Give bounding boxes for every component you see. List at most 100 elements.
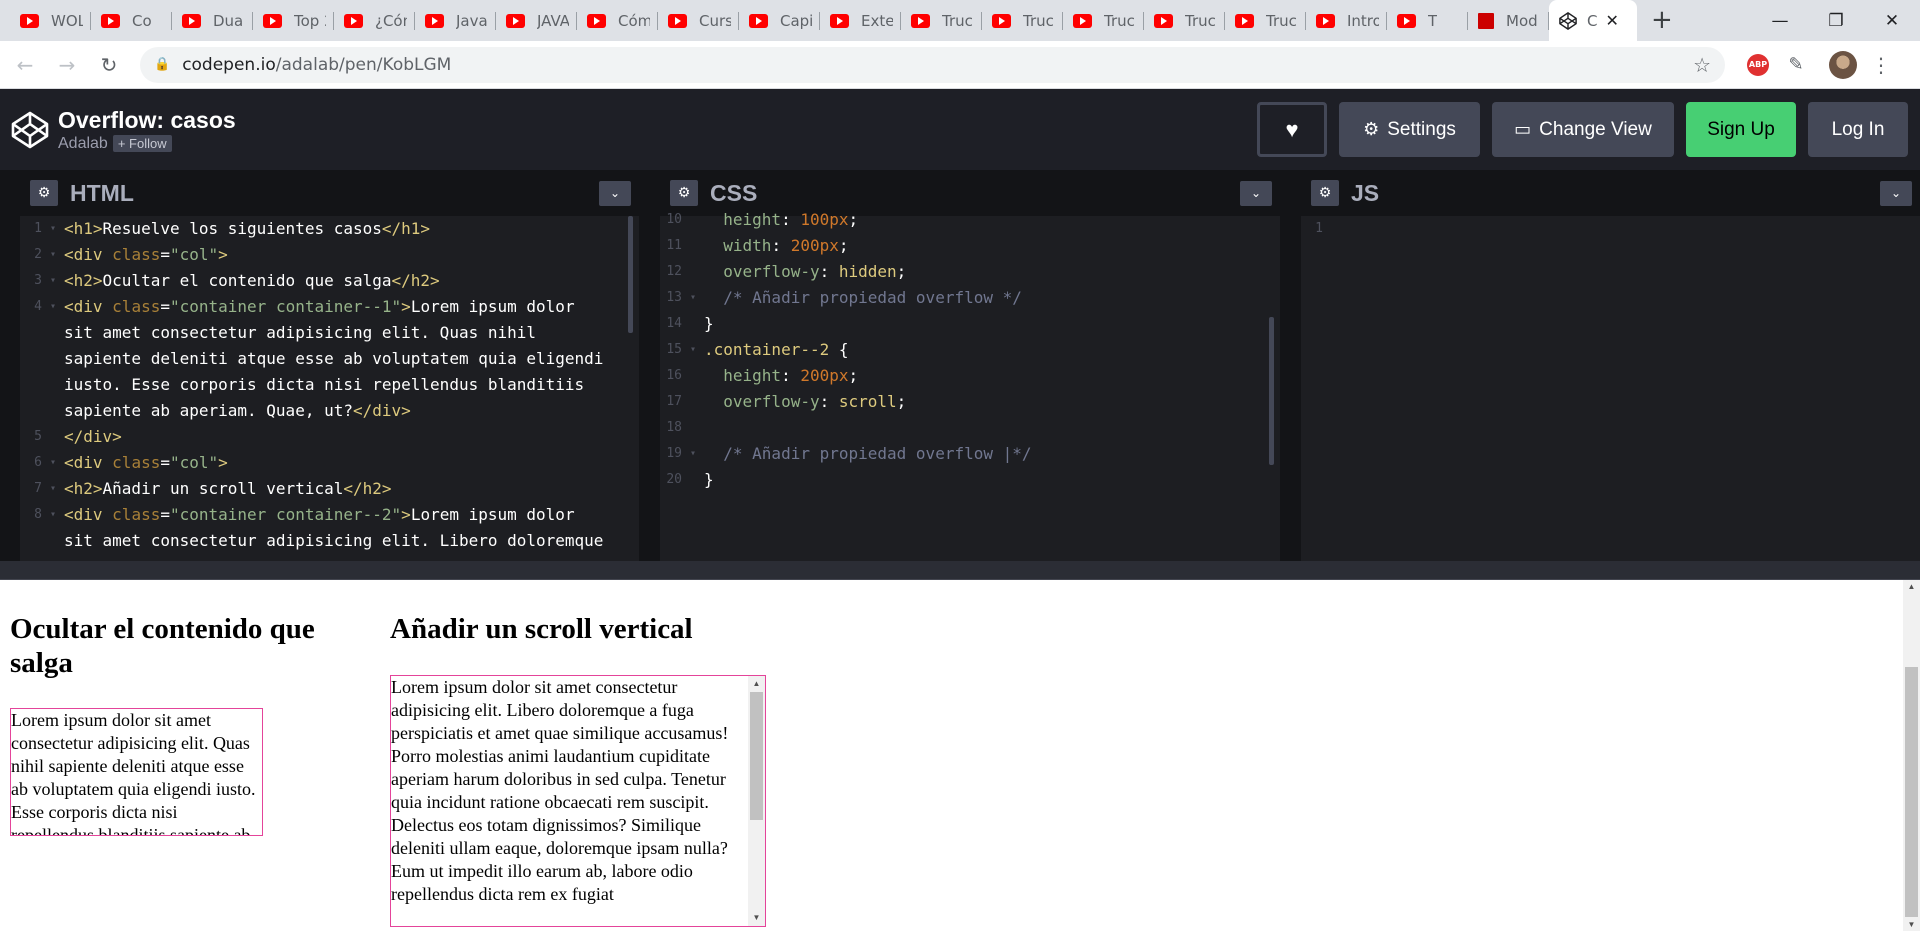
browser-tab[interactable]: Truc <box>982 0 1063 41</box>
css-code-area[interactable]: 10 height: 100px; 11 width: 200px; 12 over… <box>660 207 1280 561</box>
line-number: 2 <box>20 242 64 268</box>
browser-tab[interactable]: Curs <box>658 0 739 41</box>
code-token: <h2> <box>64 271 103 290</box>
browser-tab[interactable]: Intro <box>1306 0 1387 41</box>
browser-tab[interactable]: Truc <box>901 0 982 41</box>
line-number: 16 <box>666 368 682 383</box>
js-code-area[interactable]: 1 <box>1301 216 1920 561</box>
code-line: 6<div class="col"> <box>20 450 639 476</box>
code-token: </h2> <box>391 271 440 290</box>
forward-button[interactable]: → <box>50 48 84 82</box>
youtube-icon <box>1073 13 1092 28</box>
line-number: 10 <box>666 212 682 227</box>
browser-tab[interactable]: Truc <box>1063 0 1144 41</box>
adblock-extension-icon[interactable]: ABP <box>1747 53 1769 76</box>
html-editor-scrollbar[interactable] <box>628 216 633 333</box>
maximize-button[interactable]: ❐ <box>1808 0 1864 41</box>
page-scroll-up-icon[interactable]: ▲ <box>1903 582 1920 591</box>
close-tab-icon[interactable]: ✕ <box>1605 11 1618 30</box>
eyedropper-extension-icon[interactable]: ✎ <box>1781 50 1811 80</box>
youtube-icon <box>506 13 525 28</box>
code-text: <div class="col"> <box>64 242 228 268</box>
browser-tab[interactable]: JAVA <box>496 0 577 41</box>
html-code-area[interactable]: 1<h1>Resuelve los siguientes casos</h1>2… <box>20 216 639 561</box>
scroll-thumb[interactable] <box>750 692 763 820</box>
container-2-scrollbar[interactable]: ▲ ▼ <box>748 676 765 926</box>
tab-title: Exter <box>861 11 893 30</box>
code-token: sit amet consectetur adipisicing elit. Q… <box>64 323 537 342</box>
html-settings-gear-icon[interactable]: ⚙ <box>30 180 58 206</box>
back-button[interactable]: ← <box>8 48 42 82</box>
browser-tab[interactable]: Truc <box>1144 0 1225 41</box>
page-scroll-down-icon[interactable]: ▼ <box>1903 920 1920 929</box>
heart-button[interactable]: ♥ <box>1257 102 1327 157</box>
active-tab[interactable]: C ✕ <box>1549 0 1637 41</box>
code-token: = <box>160 505 170 524</box>
profile-avatar[interactable] <box>1829 50 1857 79</box>
address-bar[interactable]: 🔒 codepen.io /adalab/pen/KobLGM ☆ <box>140 46 1725 83</box>
code-line: sapiente deleniti atque esse ab voluptat… <box>20 346 639 372</box>
browser-tab[interactable]: T <box>1387 0 1468 41</box>
change-view-button[interactable]: ▭ Change View <box>1492 102 1674 157</box>
login-label: Log In <box>1831 118 1885 140</box>
container-2-text: Lorem ipsum dolor sit amet consectetur a… <box>391 677 729 904</box>
browser-toolbar: ← → ↻ 🔒 codepen.io /adalab/pen/KobLGM ☆ … <box>0 41 1920 89</box>
css-chevron-down-icon[interactable]: ⌄ <box>1240 180 1272 206</box>
browser-tab[interactable]: Co <box>91 0 172 41</box>
code-token: 200px <box>790 236 839 255</box>
code-text: overflow-y: scroll; <box>704 389 906 415</box>
preview-resizer[interactable] <box>0 561 1920 580</box>
code-token: </h2> <box>343 479 392 498</box>
scroll-up-arrow-icon[interactable]: ▲ <box>748 676 765 692</box>
container-2[interactable]: Lorem ipsum dolor sit amet consectetur a… <box>390 675 766 927</box>
close-window-button[interactable]: ✕ <box>1864 0 1920 41</box>
browser-tab[interactable]: Mod <box>1468 0 1549 41</box>
browser-tab[interactable]: Truc <box>1225 0 1306 41</box>
follow-button[interactable]: + Follow <box>112 135 172 152</box>
html-chevron-down-icon[interactable]: ⌄ <box>599 180 631 206</box>
css-editor-scrollbar[interactable] <box>1269 317 1274 465</box>
codepen-logo-icon[interactable] <box>10 110 50 150</box>
code-line: 18 <box>660 415 1280 441</box>
reload-button[interactable]: ↻ <box>92 48 126 82</box>
browser-tab[interactable]: Java <box>415 0 496 41</box>
tab-title: Curs <box>699 11 731 30</box>
code-token: : <box>819 262 839 281</box>
tab-title: Top 2 <box>294 11 326 30</box>
code-token: { <box>829 340 849 359</box>
page-scroll-thumb[interactable] <box>1905 667 1918 917</box>
new-tab-button[interactable]: + <box>1651 0 1673 41</box>
js-settings-gear-icon[interactable]: ⚙ <box>1311 180 1339 206</box>
code-token: = <box>160 297 170 316</box>
signup-button[interactable]: Sign Up <box>1686 102 1796 157</box>
settings-button[interactable]: ⚙ Settings <box>1339 102 1480 157</box>
code-line: 8<div class="container container--2">Lor… <box>20 502 639 528</box>
login-button[interactable]: Log In <box>1808 102 1908 157</box>
code-text: <h1>Resuelve los siguientes casos</h1> <box>64 216 430 242</box>
minimize-button[interactable]: — <box>1752 0 1808 41</box>
author-name[interactable]: Adalab <box>58 135 108 153</box>
browser-tab[interactable]: Cóm <box>577 0 658 41</box>
browser-tab[interactable]: ¿Cóm <box>334 0 415 41</box>
code-text: overflow-y: hidden; <box>704 259 906 285</box>
container-1-text: Lorem ipsum dolor sit amet consectetur a… <box>11 710 256 836</box>
browser-tab[interactable]: Capi <box>739 0 820 41</box>
preview-page-scrollbar[interactable]: ▲ ▼ <box>1903 580 1920 931</box>
line-number: 14 <box>666 316 682 331</box>
settings-label: Settings <box>1387 118 1456 140</box>
browser-tab[interactable]: Exter <box>820 0 901 41</box>
code-text: sit amet consectetur adipisicing elit. L… <box>64 528 603 554</box>
code-text: </div> <box>64 424 122 450</box>
js-chevron-down-icon[interactable]: ⌄ <box>1880 180 1912 206</box>
css-settings-gear-icon[interactable]: ⚙ <box>670 180 698 206</box>
code-text: height: 200px; <box>704 363 858 389</box>
browser-tab[interactable]: Top 2 <box>253 0 334 41</box>
scroll-down-arrow-icon[interactable]: ▼ <box>748 910 765 926</box>
code-token: scroll <box>838 392 897 411</box>
browser-menu-icon[interactable]: ⋮ <box>1871 53 1891 77</box>
browser-tab[interactable]: WOL <box>10 0 91 41</box>
bookmark-star-icon[interactable]: ☆ <box>1693 53 1711 77</box>
browser-tab[interactable]: Dua <box>172 0 253 41</box>
